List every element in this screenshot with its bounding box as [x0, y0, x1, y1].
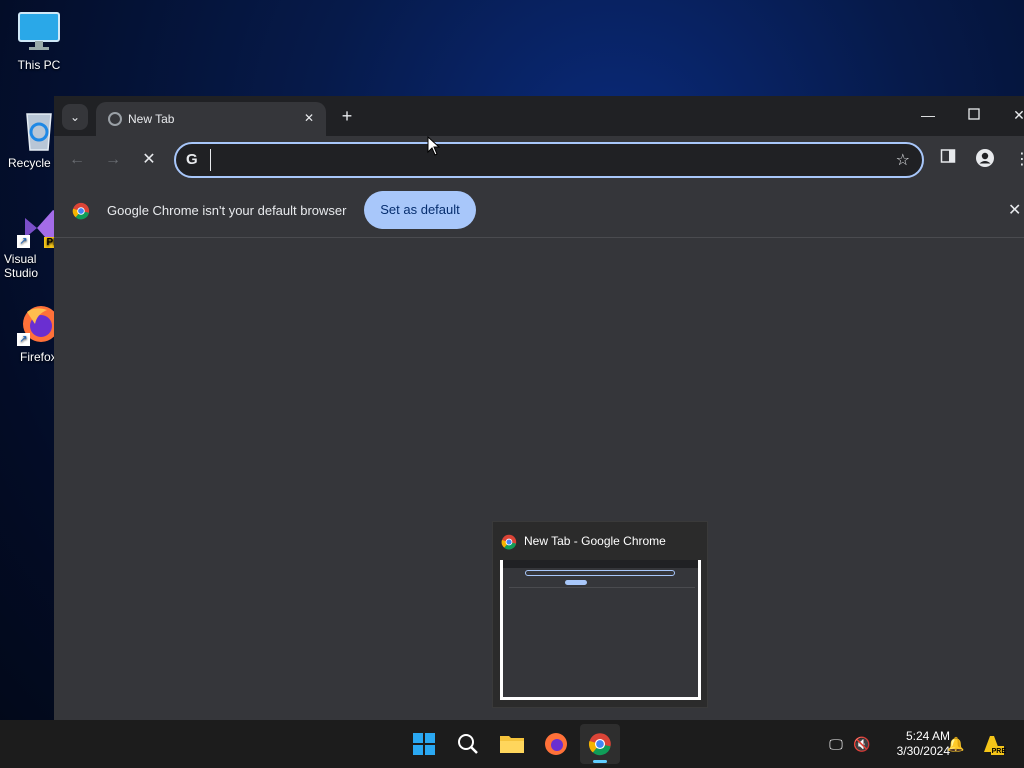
preview-badge-label: PRE [991, 748, 1006, 755]
firefox-taskbar-button[interactable] [536, 724, 576, 764]
shortcut-arrow-icon: ↗ [17, 235, 30, 248]
network-icon[interactable]: 🖵 [826, 734, 846, 754]
infobar-close-icon[interactable]: ✕ [1008, 200, 1021, 220]
taskbar: 🖵 🔇 5:24 AM 3/30/2024 🔔 PRE [0, 720, 1024, 768]
back-button[interactable]: ← [64, 148, 90, 172]
active-indicator [593, 760, 607, 763]
side-panel-button[interactable] [936, 148, 960, 172]
clock-time: 5:24 AM [905, 729, 950, 743]
profile-button[interactable] [973, 148, 997, 172]
folder-icon [500, 736, 524, 753]
chrome-taskbar-button[interactable] [580, 724, 620, 764]
start-button[interactable] [404, 724, 444, 764]
close-window-button[interactable]: ✕ [1004, 102, 1024, 128]
side-panel-icon [940, 149, 956, 163]
omnibox[interactable]: G ☆ [174, 142, 924, 178]
firefox-icon [545, 733, 567, 755]
minimize-button[interactable]: — [913, 102, 943, 128]
thumbnail-title: New Tab - Google Chrome [524, 534, 666, 548]
search-button[interactable] [448, 724, 488, 764]
profile-avatar-icon [976, 149, 994, 167]
desktop-icon-label: This PC [17, 58, 61, 72]
stop-loading-button[interactable]: ✕ [136, 148, 162, 172]
toolbar: ← → ✕ G ☆ ⋮ [54, 136, 1024, 184]
thumbnail-titlebar [503, 560, 698, 568]
thumbnail-image [500, 560, 701, 700]
maximize-button[interactable] [959, 102, 989, 128]
chrome-logo-icon [72, 202, 90, 220]
preview-build-icon[interactable]: PRE [980, 734, 1006, 755]
desktop-icon-label: Recycle Bin [8, 156, 54, 170]
maximize-icon [968, 108, 980, 120]
notification-bell-icon[interactable]: 🔔 [946, 734, 966, 754]
monitor-icon [17, 10, 61, 54]
close-icon[interactable]: ✕ [300, 109, 318, 127]
clock-date: 3/30/2024 [896, 744, 950, 758]
new-tab-button[interactable]: + [336, 105, 358, 127]
thumbnail-omnibox [525, 570, 675, 576]
taskbar-thumbnail-preview[interactable]: New Tab - Google Chrome [492, 521, 708, 708]
title-bar: ⌄ New Tab ✕ + — ✕ [54, 96, 1024, 136]
mouse-cursor-icon [427, 136, 441, 156]
windows-logo-icon [413, 733, 435, 755]
system-clock[interactable]: 5:24 AM 3/30/2024 [876, 729, 950, 759]
search-icon [458, 734, 478, 754]
tab-search-button[interactable]: ⌄ [62, 104, 88, 130]
chrome-logo-icon [501, 534, 517, 550]
tab-title: New Tab [128, 112, 175, 126]
file-explorer-button[interactable] [492, 724, 532, 764]
menu-button[interactable]: ⋮ [1010, 148, 1024, 172]
tab-new-tab[interactable]: New Tab ✕ [96, 102, 326, 136]
default-browser-infobar: Google Chrome isn't your default browser… [54, 184, 1024, 238]
thumbnail-button [565, 580, 587, 585]
forward-button[interactable]: → [100, 148, 126, 172]
google-g-icon: G [186, 151, 198, 168]
address-input[interactable] [210, 149, 870, 171]
bookmark-star-icon[interactable]: ☆ [896, 150, 910, 170]
infobar-message: Google Chrome isn't your default browser [107, 203, 347, 218]
set-as-default-button[interactable]: Set as default [364, 191, 476, 229]
desktop-icon-label: Visual Studio 2022 Preview [4, 252, 39, 280]
loading-spinner-icon [108, 112, 122, 126]
desktop-icon-this-pc[interactable]: This PC [0, 10, 78, 72]
chrome-logo-icon [588, 733, 611, 756]
shortcut-arrow-icon: ↗ [17, 333, 30, 346]
chevron-down-icon: ⌄ [69, 110, 81, 124]
thumbnail-divider [509, 587, 695, 588]
volume-muted-icon[interactable]: 🔇 [852, 734, 872, 754]
